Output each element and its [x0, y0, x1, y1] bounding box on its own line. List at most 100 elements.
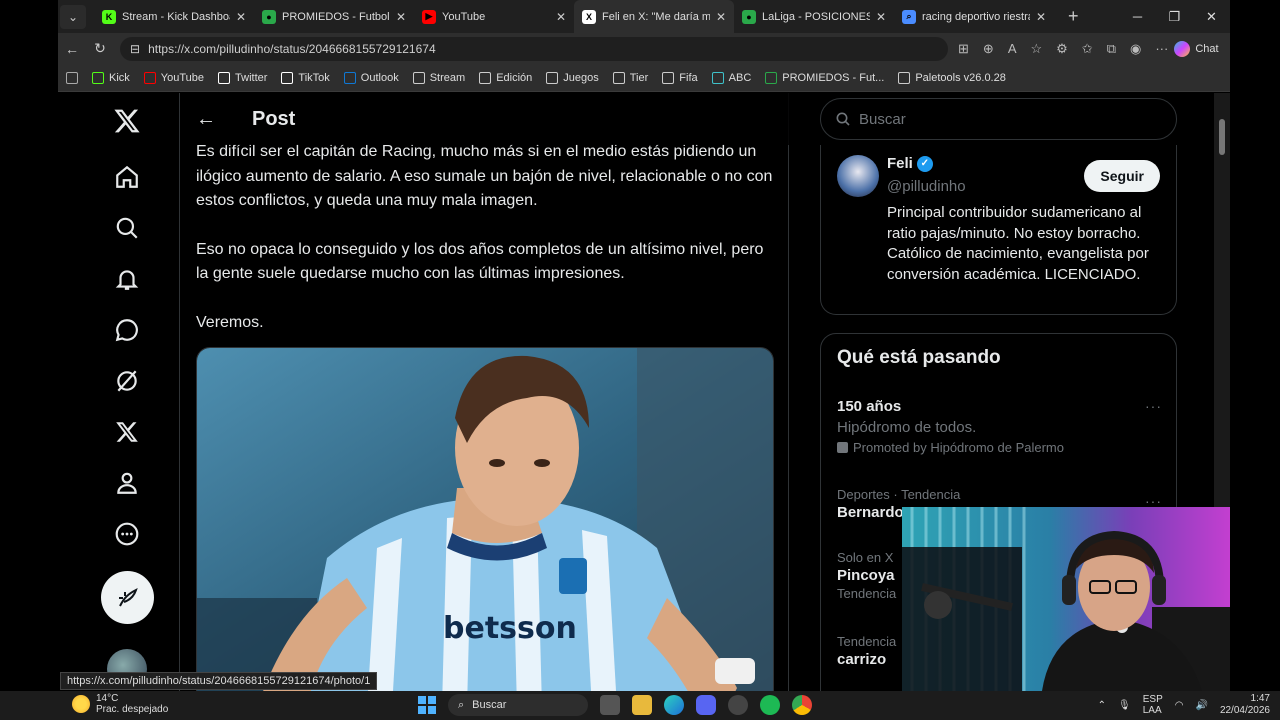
bookmark-item[interactable]: Tier [612, 71, 648, 84]
trend-more-icon[interactable]: ··· [1145, 398, 1162, 414]
x-logo-icon[interactable] [107, 101, 147, 141]
windows-start-icon[interactable] [418, 696, 436, 714]
streamer-webcam-illustration [902, 507, 1230, 691]
tab-close-icon[interactable]: ✕ [876, 10, 886, 24]
bookmark-item[interactable]: PROMIEDOS - Fut... [765, 71, 884, 84]
profile-avatar-icon[interactable]: ◉ [1130, 41, 1141, 57]
volume-icon[interactable]: 🔊 [1195, 700, 1207, 711]
bookmark-icon [218, 71, 231, 84]
search-input[interactable]: Buscar [820, 98, 1177, 140]
bookmark-label: Fifa [679, 71, 698, 84]
grok-icon[interactable] [107, 361, 147, 401]
read-aloud-icon[interactable]: A [1008, 41, 1017, 56]
bookmark-icon [92, 71, 104, 84]
back-arrow-icon[interactable]: ← [58, 41, 86, 57]
post-column: ← Post Es difícil ser el capitán de Raci… [179, 93, 790, 691]
bookmark-item[interactable]: Edición [479, 71, 532, 84]
favorite-star-icon[interactable]: ☆ [1030, 41, 1042, 57]
link-status-bubble: https://x.com/pilludinho/status/20466681… [60, 672, 378, 690]
follow-button[interactable]: Seguir [1084, 160, 1160, 192]
url-field[interactable]: ⊟ https://x.com/pilludinho/status/204666… [120, 36, 948, 61]
browser-tab[interactable]: ● PROMIEDOS - Futbol Arge ✕ [254, 0, 414, 33]
tab-title: Feli en X: "Me daría mucha [602, 10, 710, 23]
tab-favicon-icon: X [582, 9, 596, 24]
tab-actions-menu-button[interactable]: ⌄ [60, 4, 86, 29]
bookmark-item[interactable]: Fifa [662, 71, 698, 84]
chat-bubble-icon[interactable] [107, 310, 147, 350]
tab-title: PROMIEDOS - Futbol Arge [282, 10, 390, 23]
collections-bookmark-icon[interactable] [66, 71, 78, 84]
bookmark-item[interactable]: Juegos [546, 71, 599, 84]
browser-tab[interactable]: ▶ YouTube ✕ [414, 0, 574, 33]
close-window-button[interactable]: ✕ [1193, 9, 1230, 25]
post-header-title: Post [252, 107, 296, 130]
trend-item[interactable]: 150 años Hipódromo de todos. Promoted by… [837, 398, 1162, 455]
home-icon[interactable] [107, 157, 147, 197]
tab-close-icon[interactable]: ✕ [236, 10, 246, 24]
bookmark-item[interactable]: TikTok [281, 71, 330, 84]
bookmark-icon [546, 71, 559, 84]
extensions-icon[interactable]: ⚙ [1056, 41, 1068, 57]
wifi-icon[interactable]: ◠ [1175, 700, 1184, 711]
tray-chevron-icon[interactable]: ⌃ [1098, 700, 1106, 711]
tab-close-icon[interactable]: ✕ [716, 10, 726, 24]
favorites-icon[interactable]: ✩ [1082, 41, 1093, 57]
bookmark-item[interactable]: ABC [711, 71, 751, 84]
explore-search-icon[interactable] [107, 208, 147, 248]
scrollbar-thumb[interactable] [1219, 119, 1225, 155]
browser-tab[interactable]: K Stream - Kick Dashboard ✕ [94, 0, 254, 33]
copilot-chat-button[interactable]: Chat [1174, 40, 1219, 57]
tab-close-icon[interactable]: ✕ [556, 10, 566, 24]
premium-x-icon[interactable] [107, 412, 147, 452]
bookmark-item[interactable]: Kick [92, 71, 130, 84]
tab-title: racing deportivo riestra 20 [922, 10, 1030, 23]
edge-icon[interactable] [664, 695, 684, 715]
clock[interactable]: 1:47 22/04/2026 [1220, 693, 1270, 717]
chrome-icon[interactable] [792, 695, 812, 715]
profile-name[interactable]: Feli ✓ [887, 155, 933, 172]
tweet-photo[interactable]: betsson [196, 347, 774, 691]
microphone-icon[interactable]: 🎙 [1118, 700, 1131, 711]
site-info-icon[interactable]: ⊟ [130, 42, 140, 56]
profile-icon[interactable] [107, 463, 147, 503]
notifications-bell-icon[interactable] [107, 259, 147, 299]
browser-tab[interactable]: ⌕ racing deportivo riestra 20 ✕ [894, 0, 1054, 33]
trend-name: 150 años [837, 398, 902, 415]
bookmark-item[interactable]: Outlook [343, 71, 399, 84]
bookmark-label: Juegos [563, 71, 599, 84]
more-menu-icon[interactable]: ··· [1155, 41, 1168, 56]
browser-tab[interactable]: X Feli en X: "Me daría mucha ✕ [574, 0, 734, 33]
tab-favicon-icon: ● [742, 9, 756, 24]
back-arrow-icon[interactable]: ← [196, 108, 216, 131]
bookmark-item[interactable]: Twitter [218, 71, 267, 84]
bookmark-item[interactable]: Paletools v26.0.28 [898, 71, 1006, 84]
zoom-icon[interactable]: ⊕ [983, 41, 994, 57]
bookmark-icon [612, 71, 625, 84]
bookmark-item[interactable]: Stream [412, 71, 466, 84]
refresh-icon[interactable]: ↻ [86, 40, 114, 57]
taskbar-search[interactable]: ⌕ Buscar [448, 694, 588, 716]
bookmark-item[interactable]: YouTube [143, 71, 204, 84]
apps-icon[interactable]: ⊞ [958, 41, 969, 57]
discord-icon[interactable] [696, 695, 716, 715]
weather-widget[interactable]: 14°C Prac. despejado [72, 693, 168, 715]
restore-button[interactable]: ❐ [1156, 9, 1193, 25]
bookmark-label: Stream [429, 71, 466, 84]
bookmark-icon [898, 71, 911, 84]
spotify-icon[interactable] [760, 695, 780, 715]
more-options-icon[interactable] [107, 514, 147, 554]
task-view-icon[interactable] [600, 695, 620, 715]
tab-close-icon[interactable]: ✕ [1036, 10, 1046, 24]
collections-icon[interactable]: ⧉ [1107, 41, 1116, 57]
profile-avatar[interactable] [837, 155, 879, 197]
browser-tab[interactable]: ● LaLiga - POSICIONES, RES ✕ [734, 0, 894, 33]
minimize-button[interactable]: ─ [1119, 9, 1156, 24]
tab-close-icon[interactable]: ✕ [396, 10, 406, 24]
compose-post-button[interactable] [101, 571, 154, 624]
profile-handle[interactable]: @pilludinho [887, 178, 966, 195]
language-indicator[interactable]: ESP LAA [1143, 694, 1163, 716]
file-explorer-icon[interactable] [632, 695, 652, 715]
obs-icon[interactable] [728, 695, 748, 715]
bookmark-icon [143, 71, 156, 84]
new-tab-button[interactable]: + [1068, 6, 1079, 27]
